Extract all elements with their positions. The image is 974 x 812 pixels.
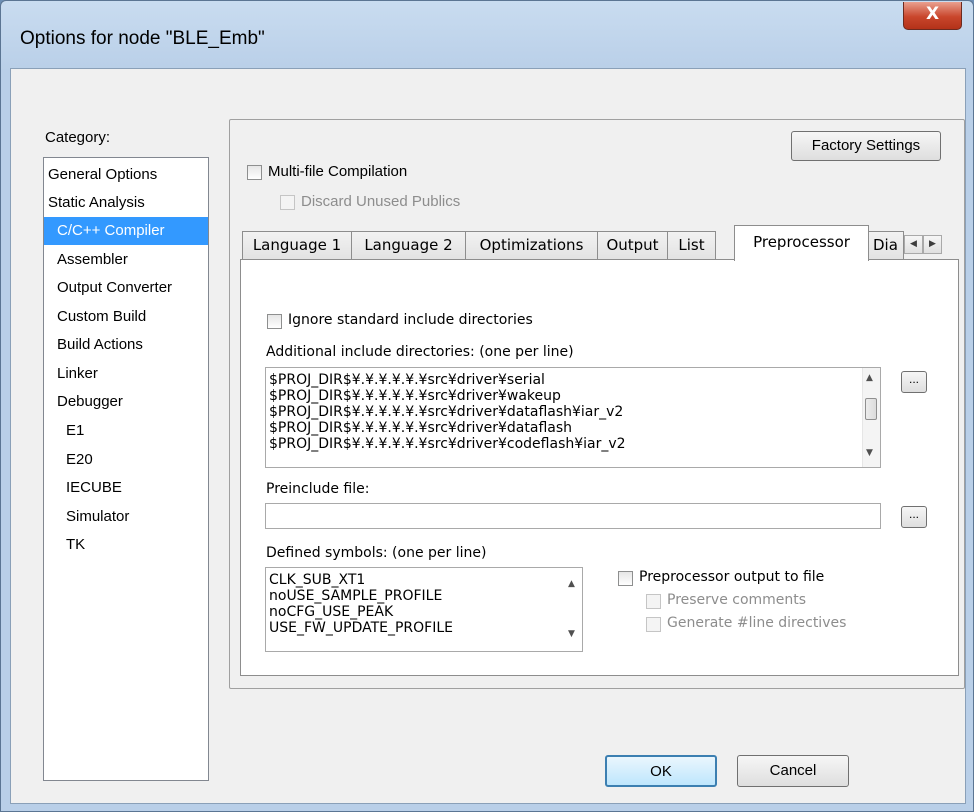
category-item-custom-build[interactable]: Custom Build [44,303,208,331]
category-item-e1[interactable]: E1 [44,417,208,445]
category-item-linker[interactable]: Linker [44,360,208,388]
preserve-comments-label: Preserve comments [667,592,807,608]
defined-symbols-textarea[interactable]: CLK_SUB_XT1 noUSE_SAMPLE_PROFILE noCFG_U… [265,567,583,652]
tab-language-2[interactable]: Language 2 [351,231,466,260]
cancel-button[interactable]: Cancel [737,755,849,787]
include-dir-line: $PROJ_DIR$¥.¥.¥.¥.¥.¥src¥driver¥wakeup [269,388,561,404]
multi-file-label: Multi-file Compilation [268,163,408,180]
include-dirs-scrollbar[interactable]: ▲ ▼ [862,368,880,467]
arrow-right-icon: ▶ [929,239,936,249]
category-item-simulator[interactable]: Simulator [44,503,208,531]
category-item-output-converter[interactable]: Output Converter [44,274,208,302]
symbol-line: noUSE_SAMPLE_PROFILE [269,588,443,604]
include-dirs-label: Additional include directories: (one per… [266,344,574,360]
symbol-line: noCFG_USE_PEAK [269,604,394,620]
generate-line-checkbox[interactable] [646,617,661,632]
category-list[interactable]: General Options Static Analysis C/C++ Co… [43,157,209,781]
category-item-assembler[interactable]: Assembler [44,246,208,274]
symbol-line: USE_FW_UPDATE_PROFILE [269,620,454,636]
tab-optimizations[interactable]: Optimizations [465,231,598,260]
defined-symbols-scrollbar[interactable]: ▲ ▼ [565,568,582,651]
preprocessor-output-label: Preprocessor output to file [639,569,825,585]
include-dir-line: $PROJ_DIR$¥.¥.¥.¥.¥.¥src¥driver¥dataflas… [269,404,624,420]
category-item-static-analysis[interactable]: Static Analysis [44,189,208,217]
include-dir-line: $PROJ_DIR$¥.¥.¥.¥.¥.¥src¥driver¥codeflas… [269,436,626,452]
dialog-client-area: Category: General Options Static Analysi… [10,68,966,804]
tab-diagnostics[interactable]: Dia [868,231,904,260]
discard-unused-checkbox[interactable] [280,195,295,210]
scroll-down-icon: ▼ [866,448,873,458]
category-item-c-compiler[interactable]: C/C++ Compiler [44,217,208,245]
close-icon: X [925,4,940,24]
preinclude-input[interactable] [265,503,881,529]
arrow-left-icon: ◀ [910,239,917,249]
scroll-down-icon: ▼ [568,629,575,639]
preserve-comments-checkbox[interactable] [646,594,661,609]
symbol-line: CLK_SUB_XT1 [269,572,366,588]
category-item-e20[interactable]: E20 [44,446,208,474]
category-item-general-options[interactable]: General Options [44,161,208,189]
include-dir-line: $PROJ_DIR$¥.¥.¥.¥.¥.¥src¥driver¥dataflas… [269,420,573,436]
category-item-tk[interactable]: TK [44,531,208,559]
options-dialog: Options for node "BLE_Emb" X Category: G… [0,0,974,812]
close-button[interactable]: X [903,2,962,30]
tab-scroll-left-button[interactable]: ◀ [904,235,923,254]
include-dirs-browse-button[interactable]: ... [901,371,927,393]
tab-preprocessor[interactable]: Preprocessor [734,225,869,261]
category-item-build-actions[interactable]: Build Actions [44,331,208,359]
preinclude-browse-button[interactable]: ... [901,506,927,528]
category-label: Category: [45,129,111,146]
multi-file-checkbox[interactable] [247,165,262,180]
tab-output[interactable]: Output [597,231,668,260]
tab-language-1[interactable]: Language 1 [242,231,352,260]
tab-scroll-right-button[interactable]: ▶ [923,235,942,254]
factory-settings-button[interactable]: Factory Settings [791,131,941,161]
category-item-iecube[interactable]: IECUBE [44,474,208,502]
ok-button[interactable]: OK [605,755,717,787]
scroll-up-icon: ▲ [568,579,575,589]
tab-list[interactable]: List [667,231,716,260]
preprocessor-output-checkbox[interactable] [618,571,633,586]
ignore-std-include-checkbox[interactable] [267,314,282,329]
include-dirs-textarea[interactable]: $PROJ_DIR$¥.¥.¥.¥.¥.¥src¥driver¥serial $… [265,367,881,468]
defined-symbols-label: Defined symbols: (one per line) [266,545,487,561]
ignore-std-include-label: Ignore standard include directories [288,312,533,328]
title-bar: Options for node "BLE_Emb" X [1,1,973,69]
scroll-up-icon: ▲ [866,373,873,383]
include-dir-line: $PROJ_DIR$¥.¥.¥.¥.¥.¥src¥driver¥serial [269,372,545,388]
window-title: Options for node "BLE_Emb" [20,28,265,49]
category-item-debugger[interactable]: Debugger [44,388,208,416]
generate-line-label: Generate #line directives [667,615,847,631]
preinclude-label: Preinclude file: [266,481,370,497]
include-dirs-scroll-thumb[interactable] [865,398,877,420]
discard-unused-label: Discard Unused Publics [301,193,461,210]
